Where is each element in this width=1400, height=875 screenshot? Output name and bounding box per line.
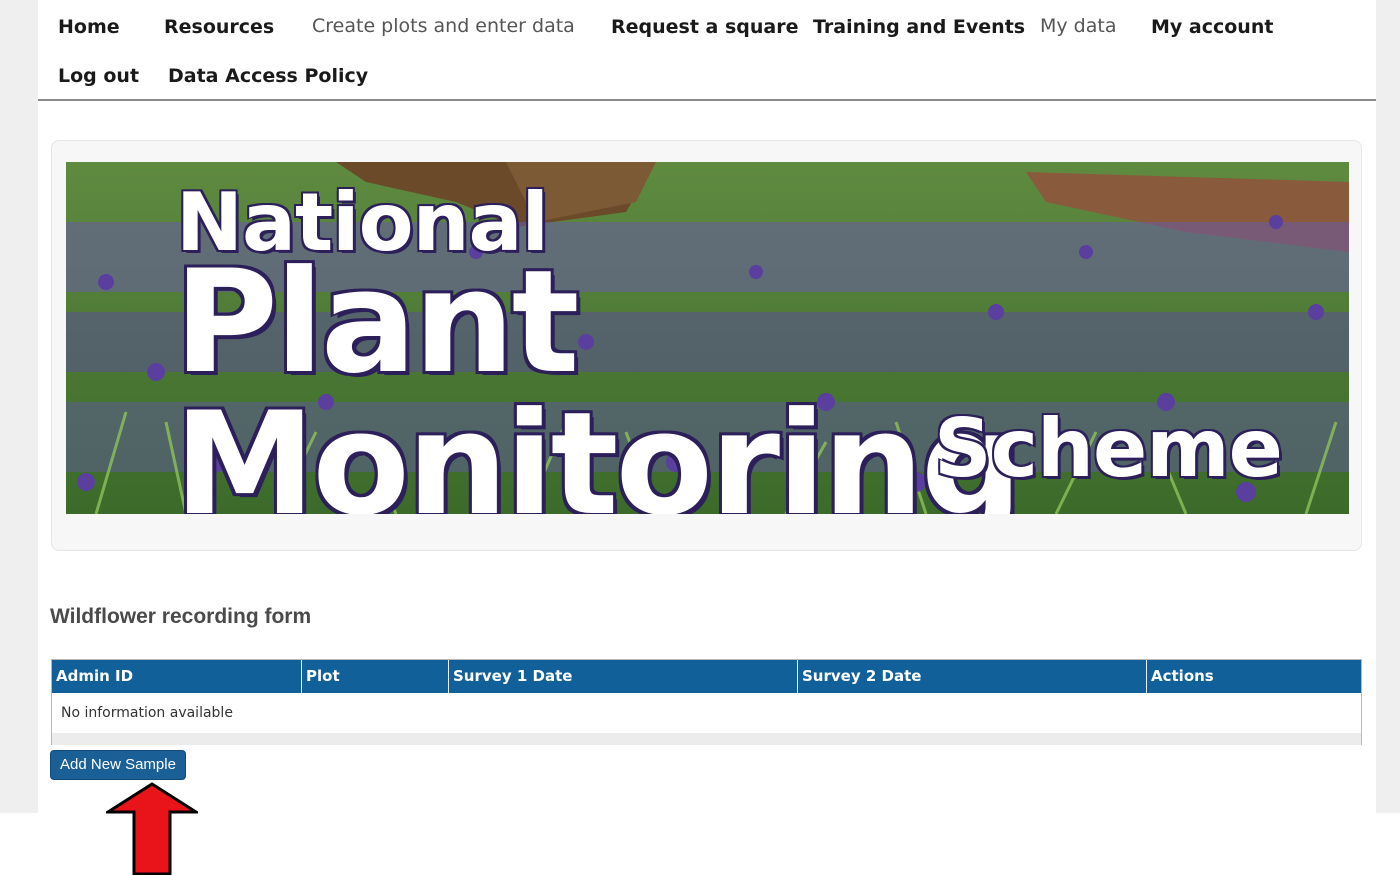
nav-log-out[interactable]: Log out: [58, 65, 139, 87]
left-page-margin: [0, 0, 38, 813]
nav-home[interactable]: Home: [58, 16, 120, 38]
table-header-row: Admin ID Plot Survey 1 Date Survey 2 Dat…: [52, 660, 1361, 693]
nav-resources[interactable]: Resources: [164, 16, 274, 38]
main-navigation: Home Resources Create plots and enter da…: [38, 0, 1376, 101]
column-header-actions: Actions: [1146, 660, 1361, 693]
red-up-arrow-icon: [106, 782, 198, 875]
nav-my-account[interactable]: My account: [1151, 16, 1273, 38]
nav-my-data[interactable]: My data: [1040, 15, 1116, 37]
form-heading: Wildflower recording form: [50, 605, 312, 628]
samples-table: Admin ID Plot Survey 1 Date Survey 2 Dat…: [51, 659, 1362, 745]
nav-create-plots[interactable]: Create plots and enter data: [312, 15, 575, 37]
banner-card: National Plant Monitoring Scheme: [51, 140, 1362, 551]
column-header-plot[interactable]: Plot: [301, 660, 448, 693]
column-header-admin-id[interactable]: Admin ID: [52, 660, 301, 693]
page: Home Resources Create plots and enter da…: [38, 0, 1376, 875]
right-page-margin: [1376, 0, 1400, 813]
banner-image: National Plant Monitoring Scheme: [66, 162, 1349, 514]
nav-training-events[interactable]: Training and Events: [813, 16, 1025, 38]
column-header-survey-1-date[interactable]: Survey 1 Date: [448, 660, 797, 693]
banner-title-scheme: Scheme: [934, 402, 1283, 495]
add-new-sample-button[interactable]: Add New Sample: [50, 750, 186, 780]
table-footer: [52, 733, 1361, 745]
empty-table-message: No information available: [61, 705, 233, 721]
nav-data-access-policy[interactable]: Data Access Policy: [168, 65, 368, 87]
nav-request-square[interactable]: Request a square: [611, 16, 799, 38]
column-header-survey-2-date[interactable]: Survey 2 Date: [797, 660, 1146, 693]
